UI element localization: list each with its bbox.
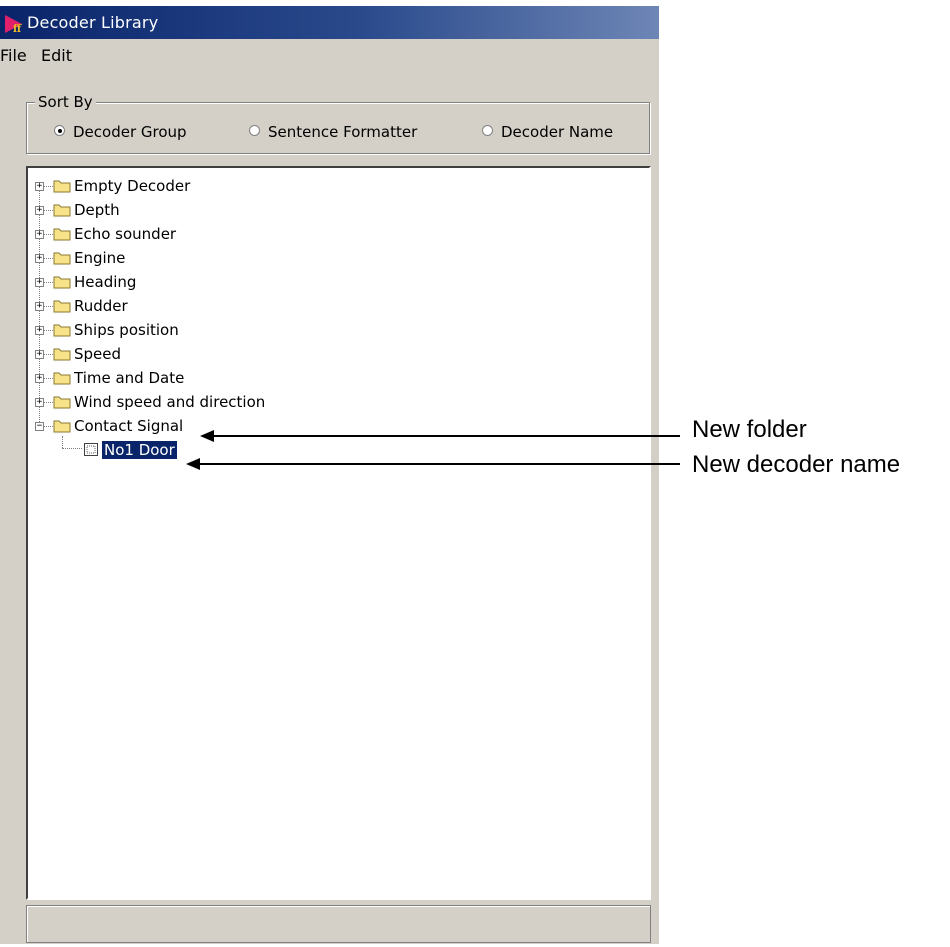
tree-item-label: Rudder	[74, 297, 128, 315]
tree-item-label: Echo sounder	[74, 225, 177, 243]
tree-connector-line	[62, 448, 82, 449]
tree-connector-line	[44, 402, 53, 403]
tree-item-label: Engine	[74, 249, 126, 267]
sort-by-groupbox: Sort By Decoder Group Sentence Formatter…	[26, 93, 650, 154]
radio-circle-icon	[249, 125, 260, 136]
title-bar[interactable]: ff Decoder Library	[0, 6, 659, 39]
window-title: Decoder Library	[27, 13, 159, 32]
svg-text:ff: ff	[13, 24, 22, 34]
tree-connector-line	[44, 426, 53, 427]
decoder-file-icon	[84, 443, 98, 456]
tree-item-label: Depth	[74, 201, 120, 219]
decoder-tree[interactable]: + Empty Decoder + Depth + Echo sounder +…	[26, 166, 651, 900]
radio-label: Sentence Formatter	[268, 123, 418, 141]
tree-connector-line	[44, 306, 53, 307]
expand-plus-icon[interactable]: +	[35, 398, 44, 407]
tree-item-empty-decoder[interactable]: + Empty Decoder	[28, 175, 628, 199]
expand-plus-icon[interactable]: +	[35, 374, 44, 383]
expand-plus-icon[interactable]: +	[35, 182, 44, 191]
tree-item-label: Speed	[74, 345, 122, 363]
expand-plus-icon[interactable]: +	[35, 278, 44, 287]
radio-label: Decoder Name	[501, 123, 614, 141]
tree-item-label: Time and Date	[74, 369, 185, 387]
tree-item-wind-speed-and-direction[interactable]: + Wind speed and direction	[28, 391, 628, 415]
tree-item-label-selected: No1 Door	[101, 440, 178, 460]
folder-icon	[53, 420, 71, 433]
expand-plus-icon[interactable]: +	[35, 302, 44, 311]
folder-icon	[53, 300, 71, 313]
tree-item-contact-signal[interactable]: − Contact Signal	[28, 415, 628, 439]
tree-connector-line	[44, 234, 53, 235]
status-bar	[26, 905, 651, 943]
tree-item-echo-sounder[interactable]: + Echo sounder	[28, 223, 628, 247]
expand-plus-icon[interactable]: +	[35, 230, 44, 239]
tree-item-label: Ships position	[74, 321, 179, 339]
tree-connector-line	[44, 330, 53, 331]
decoder-library-window: ff Decoder Library File Edit Sort By Dec…	[0, 6, 659, 944]
tree-connector-line	[44, 378, 53, 379]
tree-connector-line	[44, 354, 53, 355]
tree-item-ships-position[interactable]: + Ships position	[28, 319, 628, 343]
tree-item-time-and-date[interactable]: + Time and Date	[28, 367, 628, 391]
annotation-new-folder: New folder	[692, 416, 807, 443]
tree-item-label: Wind speed and direction	[74, 393, 266, 411]
tree-item-label: Contact Signal	[74, 417, 184, 435]
tree-connector-line	[44, 282, 53, 283]
folder-icon	[53, 204, 71, 217]
radio-circle-icon	[54, 125, 65, 136]
folder-icon	[53, 372, 71, 385]
tree-connector-line	[44, 210, 53, 211]
expand-plus-icon[interactable]: +	[35, 206, 44, 215]
expand-plus-icon[interactable]: +	[35, 254, 44, 263]
tree-item-label: Heading	[74, 273, 137, 291]
radio-label: Decoder Group	[73, 123, 187, 141]
annotation-new-decoder-name: New decoder name	[692, 451, 901, 478]
collapse-minus-icon[interactable]: −	[35, 422, 44, 431]
radio-selected-dot-icon	[58, 129, 62, 133]
radio-circle-icon	[482, 125, 493, 136]
tree-item-heading[interactable]: + Heading	[28, 271, 628, 295]
folder-icon	[53, 228, 71, 241]
app-logo-icon: ff	[5, 15, 22, 34]
folder-icon	[53, 348, 71, 361]
tree-connector-line	[44, 186, 53, 187]
tree-item-engine[interactable]: + Engine	[28, 247, 628, 271]
tree-connector-line	[44, 258, 53, 259]
folder-icon	[53, 252, 71, 265]
tree-item-depth[interactable]: + Depth	[28, 199, 628, 223]
sort-by-label: Sort By	[35, 93, 96, 111]
tree-item-label: Empty Decoder	[74, 177, 191, 195]
folder-icon	[53, 324, 71, 337]
tree-item-rudder[interactable]: + Rudder	[28, 295, 628, 319]
tree-item-speed[interactable]: + Speed	[28, 343, 628, 367]
tree-item-no1-door[interactable]: No1 Door	[28, 439, 628, 463]
folder-icon	[53, 180, 71, 193]
menu-file[interactable]: File	[0, 46, 27, 65]
expand-plus-icon[interactable]: +	[35, 350, 44, 359]
folder-icon	[53, 396, 71, 409]
expand-plus-icon[interactable]: +	[35, 326, 44, 335]
menu-edit[interactable]: Edit	[41, 46, 72, 65]
folder-icon	[53, 276, 71, 289]
